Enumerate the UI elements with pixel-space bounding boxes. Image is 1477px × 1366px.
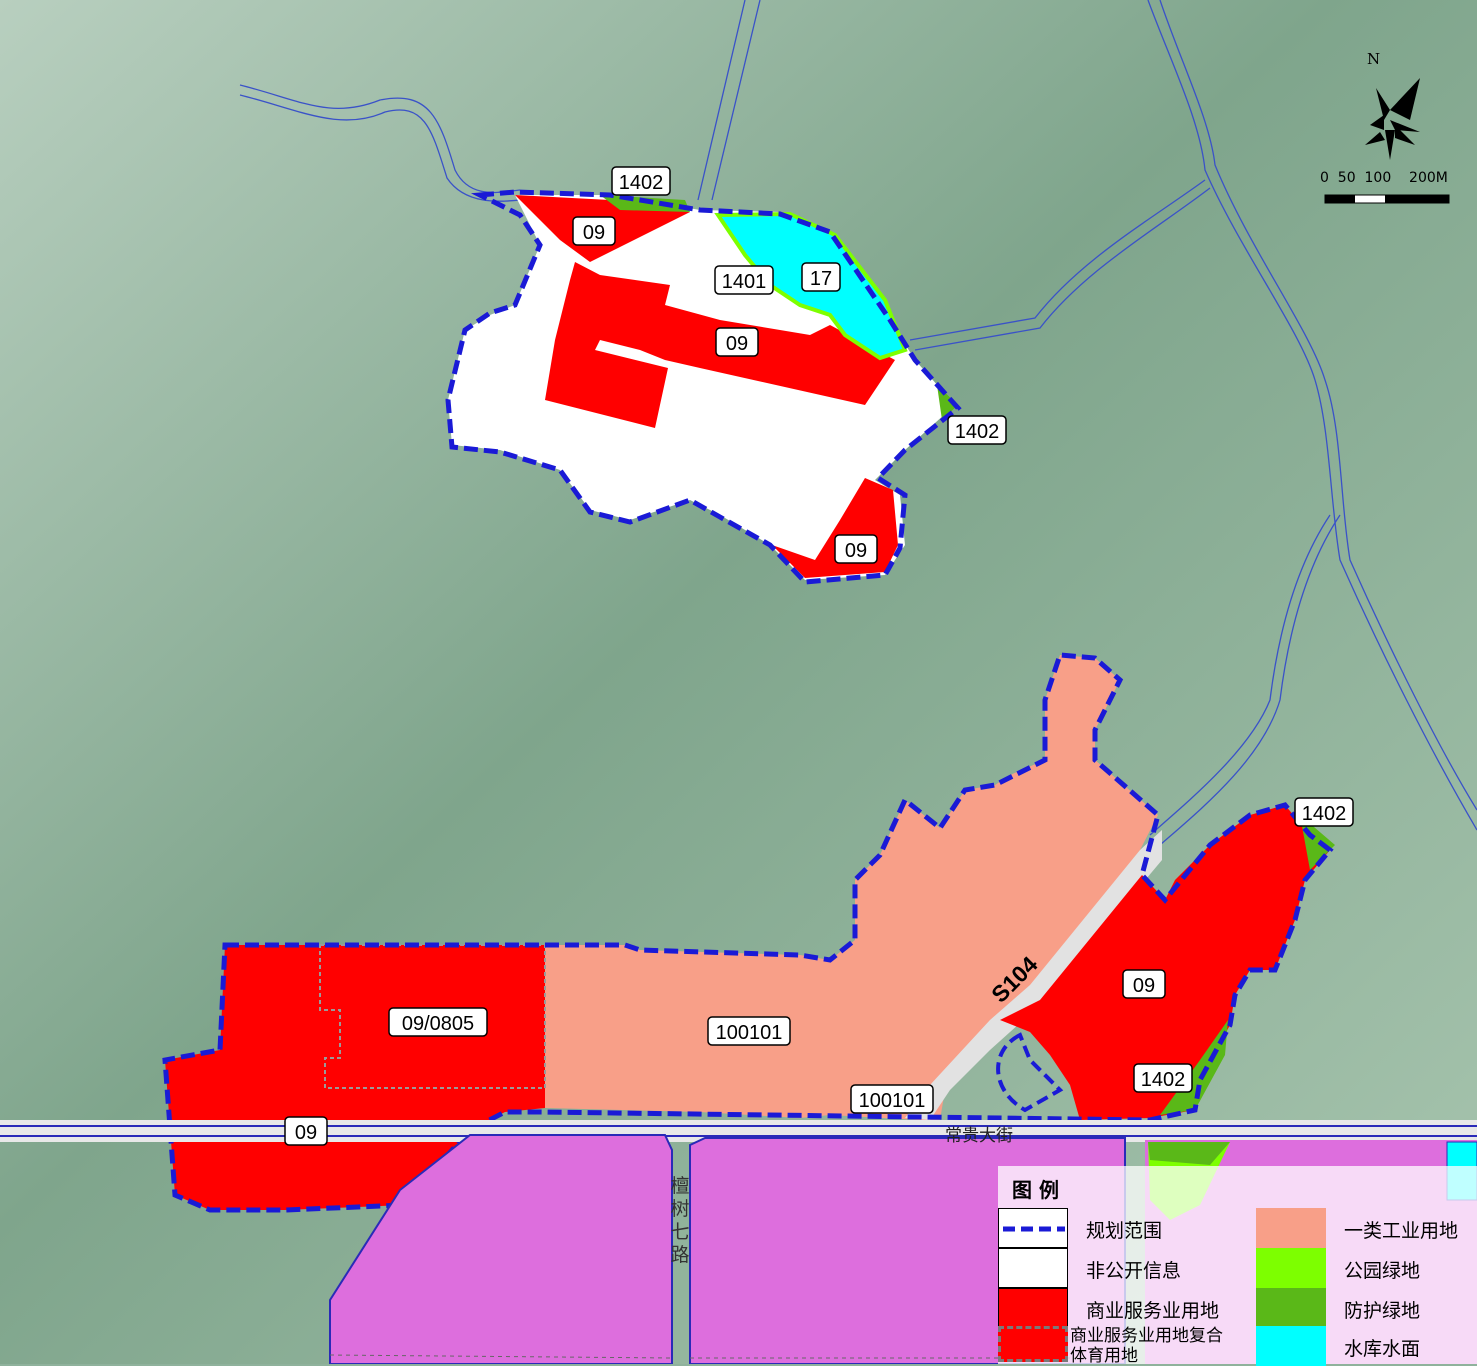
legend-item-industrial: 一类工业用地 <box>1256 1208 1477 1248</box>
legend-item-commercial-sport: 商业服务业用地复合体育用地 <box>998 1326 1238 1366</box>
label-north-comm-3: 09 <box>834 534 878 564</box>
scale-bar <box>1324 194 1450 204</box>
svg-text:09: 09 <box>1133 975 1155 997</box>
svg-text:100101: 100101 <box>716 1022 783 1044</box>
label-east-comm: 09 <box>1122 969 1166 999</box>
svg-text:1402: 1402 <box>1302 803 1347 825</box>
legend-item-boundary: 规划范围 <box>998 1208 1238 1248</box>
legend-item-commercial: 商业服务业用地 <box>998 1288 1238 1328</box>
label-north-comm-2: 09 <box>715 327 759 357</box>
label-south-mixed: 09/0805 <box>388 1007 488 1037</box>
scale-label: 0 50 100 200M <box>1320 170 1448 186</box>
label-south-industrial-2: 100101 <box>850 1084 934 1114</box>
svg-text:100101: 100101 <box>859 1090 926 1112</box>
label-south-comm-west: 09 <box>284 1116 328 1146</box>
svg-text:1402: 1402 <box>619 172 664 194</box>
label-north-east-green: 1402 <box>947 415 1007 445</box>
label-north-comm-1: 09 <box>572 216 616 246</box>
label-north-top-green: 1402 <box>611 166 671 196</box>
label-north-water: 17 <box>801 262 841 292</box>
legend: 图 例 规划范围 非公开信息 商业服务业用地 商业服务业用地复合体育用地 一类工… <box>998 1166 1477 1366</box>
label-north-white: 1401 <box>714 265 774 295</box>
legend-item-protective-green: 防护绿地 <box>1256 1288 1477 1328</box>
land-use-map[interactable]: 1402 09 1401 17 09 1402 09 09/0805 09 10… <box>0 0 1477 1364</box>
road-label-tanshu7: 檀树七路 <box>670 1175 690 1266</box>
svg-text:09: 09 <box>845 540 867 562</box>
svg-text:09: 09 <box>583 222 605 244</box>
legend-item-reservoir: 水库水面 <box>1256 1326 1477 1366</box>
svg-text:09: 09 <box>295 1122 317 1144</box>
svg-text:09/0805: 09/0805 <box>402 1013 474 1035</box>
svg-text:1402: 1402 <box>955 421 1000 443</box>
label-south-industrial: 100101 <box>707 1016 791 1046</box>
road-label-changgui: 常贵大街 <box>945 1126 1013 1146</box>
svg-text:09: 09 <box>726 333 748 355</box>
north-label: N <box>1367 50 1381 68</box>
legend-title: 图 例 <box>1012 1178 1059 1202</box>
label-east-green-bottom: 1402 <box>1133 1063 1193 1093</box>
svg-text:1401: 1401 <box>722 271 767 293</box>
svg-text:1402: 1402 <box>1141 1069 1186 1091</box>
legend-item-park: 公园绿地 <box>1256 1248 1477 1288</box>
svg-text:17: 17 <box>810 268 832 290</box>
legend-item-private: 非公开信息 <box>998 1248 1238 1288</box>
label-east-green-top: 1402 <box>1294 797 1354 827</box>
